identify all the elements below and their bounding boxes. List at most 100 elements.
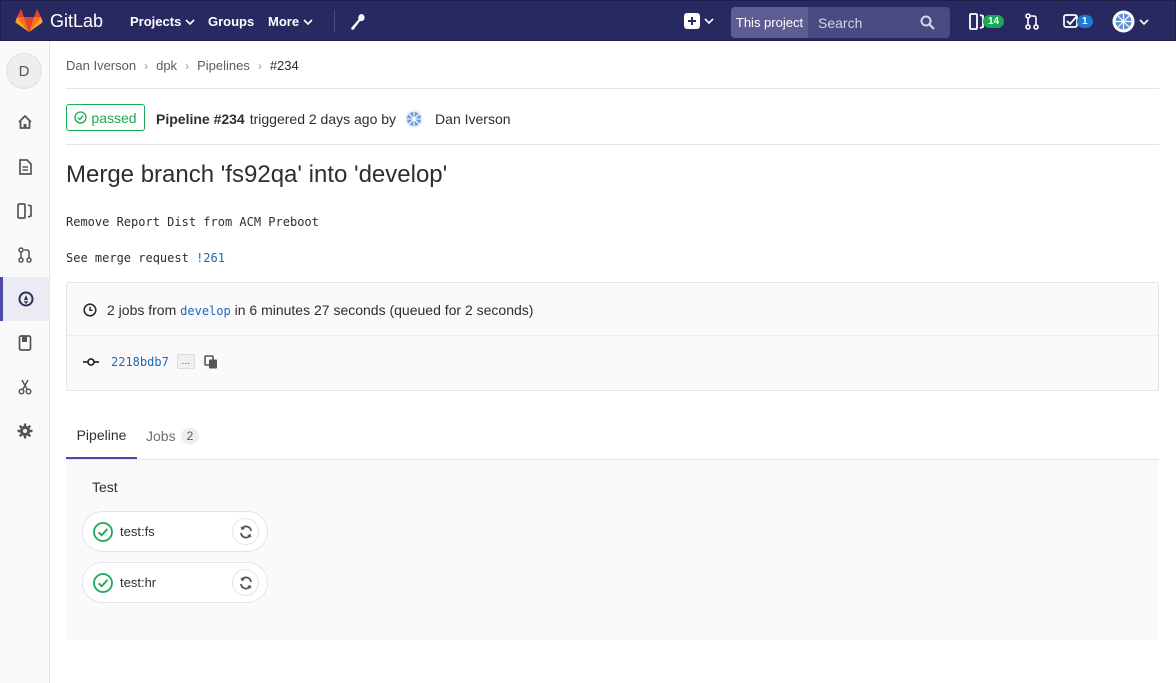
snippets-scissors-icon: [17, 379, 32, 395]
pipeline-info-box: 2 jobs from develop in 6 minutes 27 seco…: [66, 282, 1159, 391]
sidebar-item-issues[interactable]: [0, 189, 49, 233]
stage-title: Test: [92, 479, 118, 495]
jobs-count-badge: 2: [180, 427, 200, 444]
commit-description: Remove Report Dist from ACM Preboot See …: [66, 204, 319, 276]
retry-icon: [239, 576, 252, 589]
groups-link[interactable]: Groups: [208, 14, 254, 29]
tab-jobs-label: Jobs: [146, 427, 176, 444]
commit-title: Merge branch 'fs92qa' into 'develop': [66, 161, 448, 188]
more-label: More: [268, 14, 300, 29]
search-box: This project: [731, 7, 950, 38]
breadcrumb-project[interactable]: dpk: [156, 58, 177, 73]
breadcrumb-current[interactable]: #234: [270, 58, 299, 73]
pipeline-title: Pipeline #234: [156, 111, 245, 127]
triggered-text: triggered 2 days ago by: [249, 111, 397, 127]
home-icon: [17, 114, 32, 129]
job-item[interactable]: test:fs: [82, 511, 268, 552]
todos-link[interactable]: 1: [1063, 13, 1093, 32]
chevron-right-icon: ›: [257, 58, 262, 73]
success-check-icon: [93, 521, 113, 542]
project-avatar[interactable]: D: [6, 53, 42, 89]
breadcrumb-divider: [66, 88, 1159, 89]
tab-jobs[interactable]: Jobs 2: [146, 412, 200, 459]
commit-sha-link[interactable]: 2218bdb7: [111, 355, 169, 369]
branch-link[interactable]: develop: [180, 304, 231, 318]
copy-clipboard-icon[interactable]: [203, 354, 218, 369]
gitlab-logo-icon[interactable]: [15, 9, 43, 33]
tab-pipeline-label: Pipeline: [76, 426, 127, 443]
sidebar-item-settings[interactable]: [0, 409, 49, 453]
header-divider: [66, 144, 1159, 145]
job-name: test:fs: [120, 524, 155, 539]
issues-icon: [16, 203, 32, 219]
check-circle-icon: [74, 111, 88, 124]
top-navbar: GitLab Projects Groups More This project…: [0, 0, 1176, 41]
clock-icon: [83, 303, 97, 317]
duration-text: in 6 minutes 27 seconds (queued for 2 se…: [234, 302, 534, 318]
wiki-book-icon: [18, 335, 31, 351]
jobs-summary: 2 jobs from develop in 6 minutes 27 seco…: [83, 302, 533, 318]
job-item[interactable]: test:hr: [82, 562, 268, 603]
user-avatar-icon[interactable]: [404, 109, 424, 129]
merge-requests-icon[interactable]: [1025, 13, 1039, 30]
commit-description-line: Remove Report Dist from ACM Preboot: [66, 215, 319, 229]
more-dropdown[interactable]: More: [268, 14, 313, 29]
issues-count-badge: 14: [983, 15, 1005, 28]
retry-job-button[interactable]: [232, 518, 259, 545]
chevron-right-icon: ›: [185, 58, 190, 73]
chevron-down-icon: [1139, 18, 1149, 25]
retry-job-button[interactable]: [232, 569, 259, 596]
merge-request-prefix: See merge request: [66, 251, 189, 265]
search-input[interactable]: [808, 7, 920, 38]
todos-count-badge: 1: [1077, 15, 1093, 28]
status-label: passed: [91, 109, 137, 126]
projects-label: Projects: [130, 14, 182, 29]
chevron-right-icon: ›: [144, 58, 149, 73]
plus-square-icon: [684, 13, 700, 29]
merge-requests-icon: [17, 247, 32, 263]
pipeline-graph: Test test:fs test:hr: [66, 460, 1159, 640]
project-sidebar: D: [0, 41, 50, 683]
issues-link[interactable]: 14: [969, 13, 1005, 33]
sidebar-item-home[interactable]: [0, 100, 49, 144]
triggered-by-user[interactable]: Dan Iverson: [435, 111, 510, 127]
search-icon[interactable]: [920, 15, 935, 30]
pipeline-tabs: Pipeline Jobs 2: [66, 412, 1159, 460]
expand-commit-button[interactable]: ...: [176, 354, 195, 369]
retry-icon: [239, 525, 252, 538]
breadcrumb-user[interactable]: Dan Iverson: [66, 58, 136, 73]
job-name: test:hr: [120, 575, 157, 590]
chevron-down-icon: [303, 18, 313, 25]
navbar-divider: [334, 10, 335, 33]
admin-wrench-icon[interactable]: [350, 13, 366, 31]
commit-icon: [83, 357, 99, 366]
sidebar-item-merge-requests[interactable]: [0, 233, 49, 277]
success-check-icon: [93, 572, 113, 593]
ci-cd-rocket-icon: [18, 291, 34, 307]
sidebar-item-ci-cd[interactable]: [0, 277, 49, 321]
status-badge[interactable]: passed: [66, 104, 145, 131]
projects-dropdown[interactable]: Projects: [130, 14, 195, 29]
info-divider: [67, 335, 1158, 336]
sidebar-item-repository[interactable]: [0, 145, 49, 189]
chevron-down-icon: [185, 18, 195, 25]
repository-icon: [18, 159, 32, 175]
breadcrumb: Dan Iverson › dpk › Pipelines › #234: [66, 58, 299, 73]
commit-sha-row: 2218bdb7 ...: [83, 354, 218, 369]
search-scope-label[interactable]: This project: [731, 7, 808, 38]
settings-gear-icon: [17, 423, 32, 439]
merge-request-link[interactable]: !261: [196, 251, 225, 265]
user-avatar-icon: [1112, 10, 1135, 33]
merge-request-line: See merge request !261: [66, 240, 319, 276]
brand-name[interactable]: GitLab: [50, 11, 103, 32]
sidebar-item-snippets[interactable]: [0, 365, 49, 409]
new-dropdown[interactable]: [684, 13, 714, 29]
tab-pipeline[interactable]: Pipeline: [66, 412, 137, 459]
groups-label: Groups: [208, 14, 255, 29]
user-menu-dropdown[interactable]: [1112, 10, 1149, 33]
breadcrumb-pipelines[interactable]: Pipelines: [197, 58, 250, 73]
jobs-count-text: 2 jobs from: [107, 302, 177, 318]
pipeline-header: Pipeline #234 triggered 2 days ago by Da…: [156, 109, 511, 129]
sidebar-item-wiki[interactable]: [0, 321, 49, 365]
chevron-down-icon: [704, 18, 714, 25]
